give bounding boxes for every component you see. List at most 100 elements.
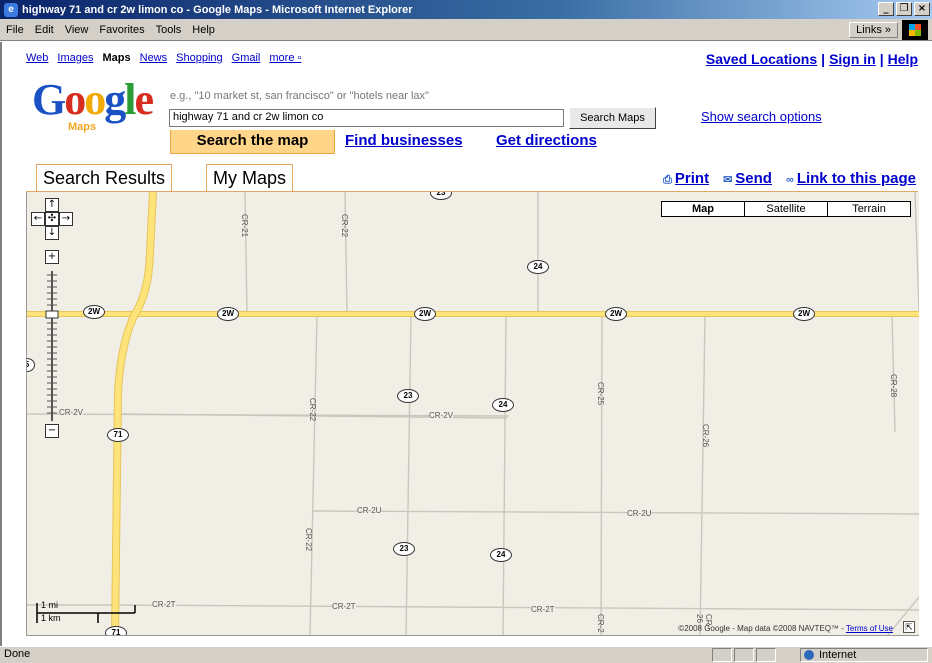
- menu-bar: File Edit View Favorites Tools Help Link…: [0, 19, 932, 41]
- links-toolbar[interactable]: Links »: [849, 22, 898, 38]
- close-button[interactable]: ×: [914, 2, 930, 16]
- menu-favorites[interactable]: Favorites: [99, 24, 144, 36]
- route-shield: 2W: [217, 307, 239, 321]
- top-nav: Web Images Maps News Shopping Gmail more…: [26, 52, 301, 64]
- link-label: Link to this page: [796, 170, 916, 187]
- nav-images[interactable]: Images: [57, 52, 93, 64]
- map-type-map[interactable]: Map: [661, 201, 745, 217]
- send-label: Send: [735, 170, 772, 187]
- zoom-in-button[interactable]: +: [45, 250, 59, 264]
- route-shield: 2W: [605, 307, 627, 321]
- road-label: CR-2U: [627, 509, 652, 518]
- menu-view[interactable]: View: [65, 24, 89, 36]
- menu-help[interactable]: Help: [192, 24, 215, 36]
- road-label: CR-22: [304, 528, 313, 552]
- globe-icon: [804, 650, 814, 660]
- route-shield: 23: [393, 542, 415, 556]
- map-tools: ⎙ Print ✉ Send ∞ Link to this page: [663, 170, 916, 187]
- nav-web[interactable]: Web: [26, 52, 48, 64]
- route-shield: 24: [527, 260, 549, 274]
- logo-maps-label: Maps: [68, 121, 97, 133]
- map-roads: [27, 192, 919, 635]
- show-search-options-link[interactable]: Show search options: [701, 109, 822, 124]
- nav-more[interactable]: more ▫: [269, 52, 301, 64]
- nav-news[interactable]: News: [140, 52, 168, 64]
- tab-get-directions[interactable]: Get directions: [496, 132, 597, 149]
- road-label: CR-26: [701, 424, 710, 448]
- road-label: CR-28: [889, 374, 898, 398]
- road-label: CR-2T: [531, 605, 555, 614]
- road-label: CR-2: [596, 614, 605, 633]
- pan-center-icon[interactable]: ✣: [45, 212, 59, 226]
- road-label: CR-2T: [152, 600, 176, 609]
- pan-up-icon[interactable]: ↑: [45, 198, 59, 212]
- pan-left-icon[interactable]: ←: [31, 212, 45, 226]
- search-maps-button[interactable]: Search Maps: [569, 107, 656, 129]
- terms-of-use-link[interactable]: Terms of Use: [846, 624, 893, 633]
- print-label: Print: [674, 170, 710, 187]
- tab-search-the-map[interactable]: Search the map: [170, 130, 335, 154]
- menu-edit[interactable]: Edit: [35, 24, 54, 36]
- saved-locations-link[interactable]: Saved Locations: [706, 51, 817, 67]
- link-to-page-link[interactable]: ∞ Link to this page: [786, 170, 916, 187]
- road-label: CR-22: [340, 214, 349, 238]
- route-shield: 71: [107, 428, 129, 442]
- window-title-bar[interactable]: e highway 71 and cr 2w limon co - Google…: [0, 0, 932, 19]
- scale-miles: 1 mi: [41, 600, 59, 610]
- zone-label: Internet: [819, 649, 857, 661]
- tab-find-businesses[interactable]: Find businesses: [345, 132, 463, 149]
- road-label: CR-2V: [59, 408, 84, 417]
- scale-km: 1 km: [41, 613, 61, 623]
- road-label: CR-21: [240, 214, 249, 238]
- status-text: Done: [4, 648, 31, 660]
- window-title: highway 71 and cr 2w limon co - Google M…: [22, 3, 413, 16]
- google-maps-logo[interactable]: Google Maps: [32, 78, 162, 138]
- menu-file[interactable]: File: [6, 24, 24, 36]
- print-link[interactable]: ⎙ Print: [663, 170, 709, 187]
- road-label: CR-2U: [357, 506, 382, 515]
- send-link[interactable]: ✉ Send: [723, 170, 772, 187]
- map-scale: 1 mi 1 km: [35, 600, 145, 627]
- ie-icon: e: [4, 2, 18, 17]
- search-input[interactable]: highway 71 and cr 2w limon co: [169, 109, 564, 127]
- nav-maps: Maps: [102, 52, 131, 64]
- security-zone: Internet: [800, 648, 928, 662]
- map-type-selector: Map Satellite Terrain: [661, 201, 911, 217]
- map-copyright: ©2008 Google - Map data ©2008 NAVTEQ™ - …: [678, 624, 893, 633]
- printer-icon: ⎙: [663, 174, 672, 186]
- status-bar: Done Internet: [0, 646, 932, 663]
- map-type-satellite[interactable]: Satellite: [744, 201, 828, 217]
- road-label: CR-2V: [429, 411, 454, 420]
- nav-gmail[interactable]: Gmail: [232, 52, 261, 64]
- map-type-terrain[interactable]: Terrain: [827, 201, 911, 217]
- sign-in-link[interactable]: Sign in: [829, 51, 876, 67]
- nav-shopping[interactable]: Shopping: [176, 52, 223, 64]
- maximize-button[interactable]: ❐: [896, 2, 912, 16]
- zoom-out-button[interactable]: −: [45, 424, 59, 438]
- road-label: CR-22: [308, 398, 317, 422]
- map-canvas[interactable]: CR-21 CR-22 CR-22 CR-22 CR-25 CR-26 CR-2…: [26, 192, 919, 636]
- status-cell: [734, 648, 754, 662]
- road-label: CR-25: [596, 382, 605, 406]
- zoom-slider[interactable]: [45, 271, 59, 421]
- status-cell: [712, 648, 732, 662]
- route-shield: 2W: [83, 305, 105, 319]
- route-shield: 71: [105, 626, 127, 635]
- windows-logo-icon: [902, 20, 928, 40]
- search-hint: e.g., "10 market st, san francisco" or "…: [170, 90, 429, 102]
- account-links: Saved Locations | Sign in | Help: [705, 51, 918, 67]
- chain-link-icon: ∞: [785, 174, 794, 186]
- overview-toggle-icon[interactable]: ⇱: [903, 621, 915, 633]
- tab-search-results[interactable]: Search Results: [36, 164, 173, 192]
- route-shield: 23: [397, 389, 419, 403]
- road-label: CR-2T: [332, 602, 356, 611]
- minimize-button[interactable]: _: [878, 2, 894, 16]
- help-link[interactable]: Help: [888, 51, 918, 67]
- pan-down-icon[interactable]: ↓: [45, 226, 59, 240]
- menu-tools[interactable]: Tools: [156, 24, 182, 36]
- route-shield: 2W: [414, 307, 436, 321]
- status-cell: [756, 648, 776, 662]
- tab-my-maps[interactable]: My Maps: [206, 164, 294, 192]
- pan-right-icon[interactable]: →: [59, 212, 73, 226]
- copyright-text: ©2008 Google - Map data ©2008 NAVTEQ™ -: [678, 624, 846, 633]
